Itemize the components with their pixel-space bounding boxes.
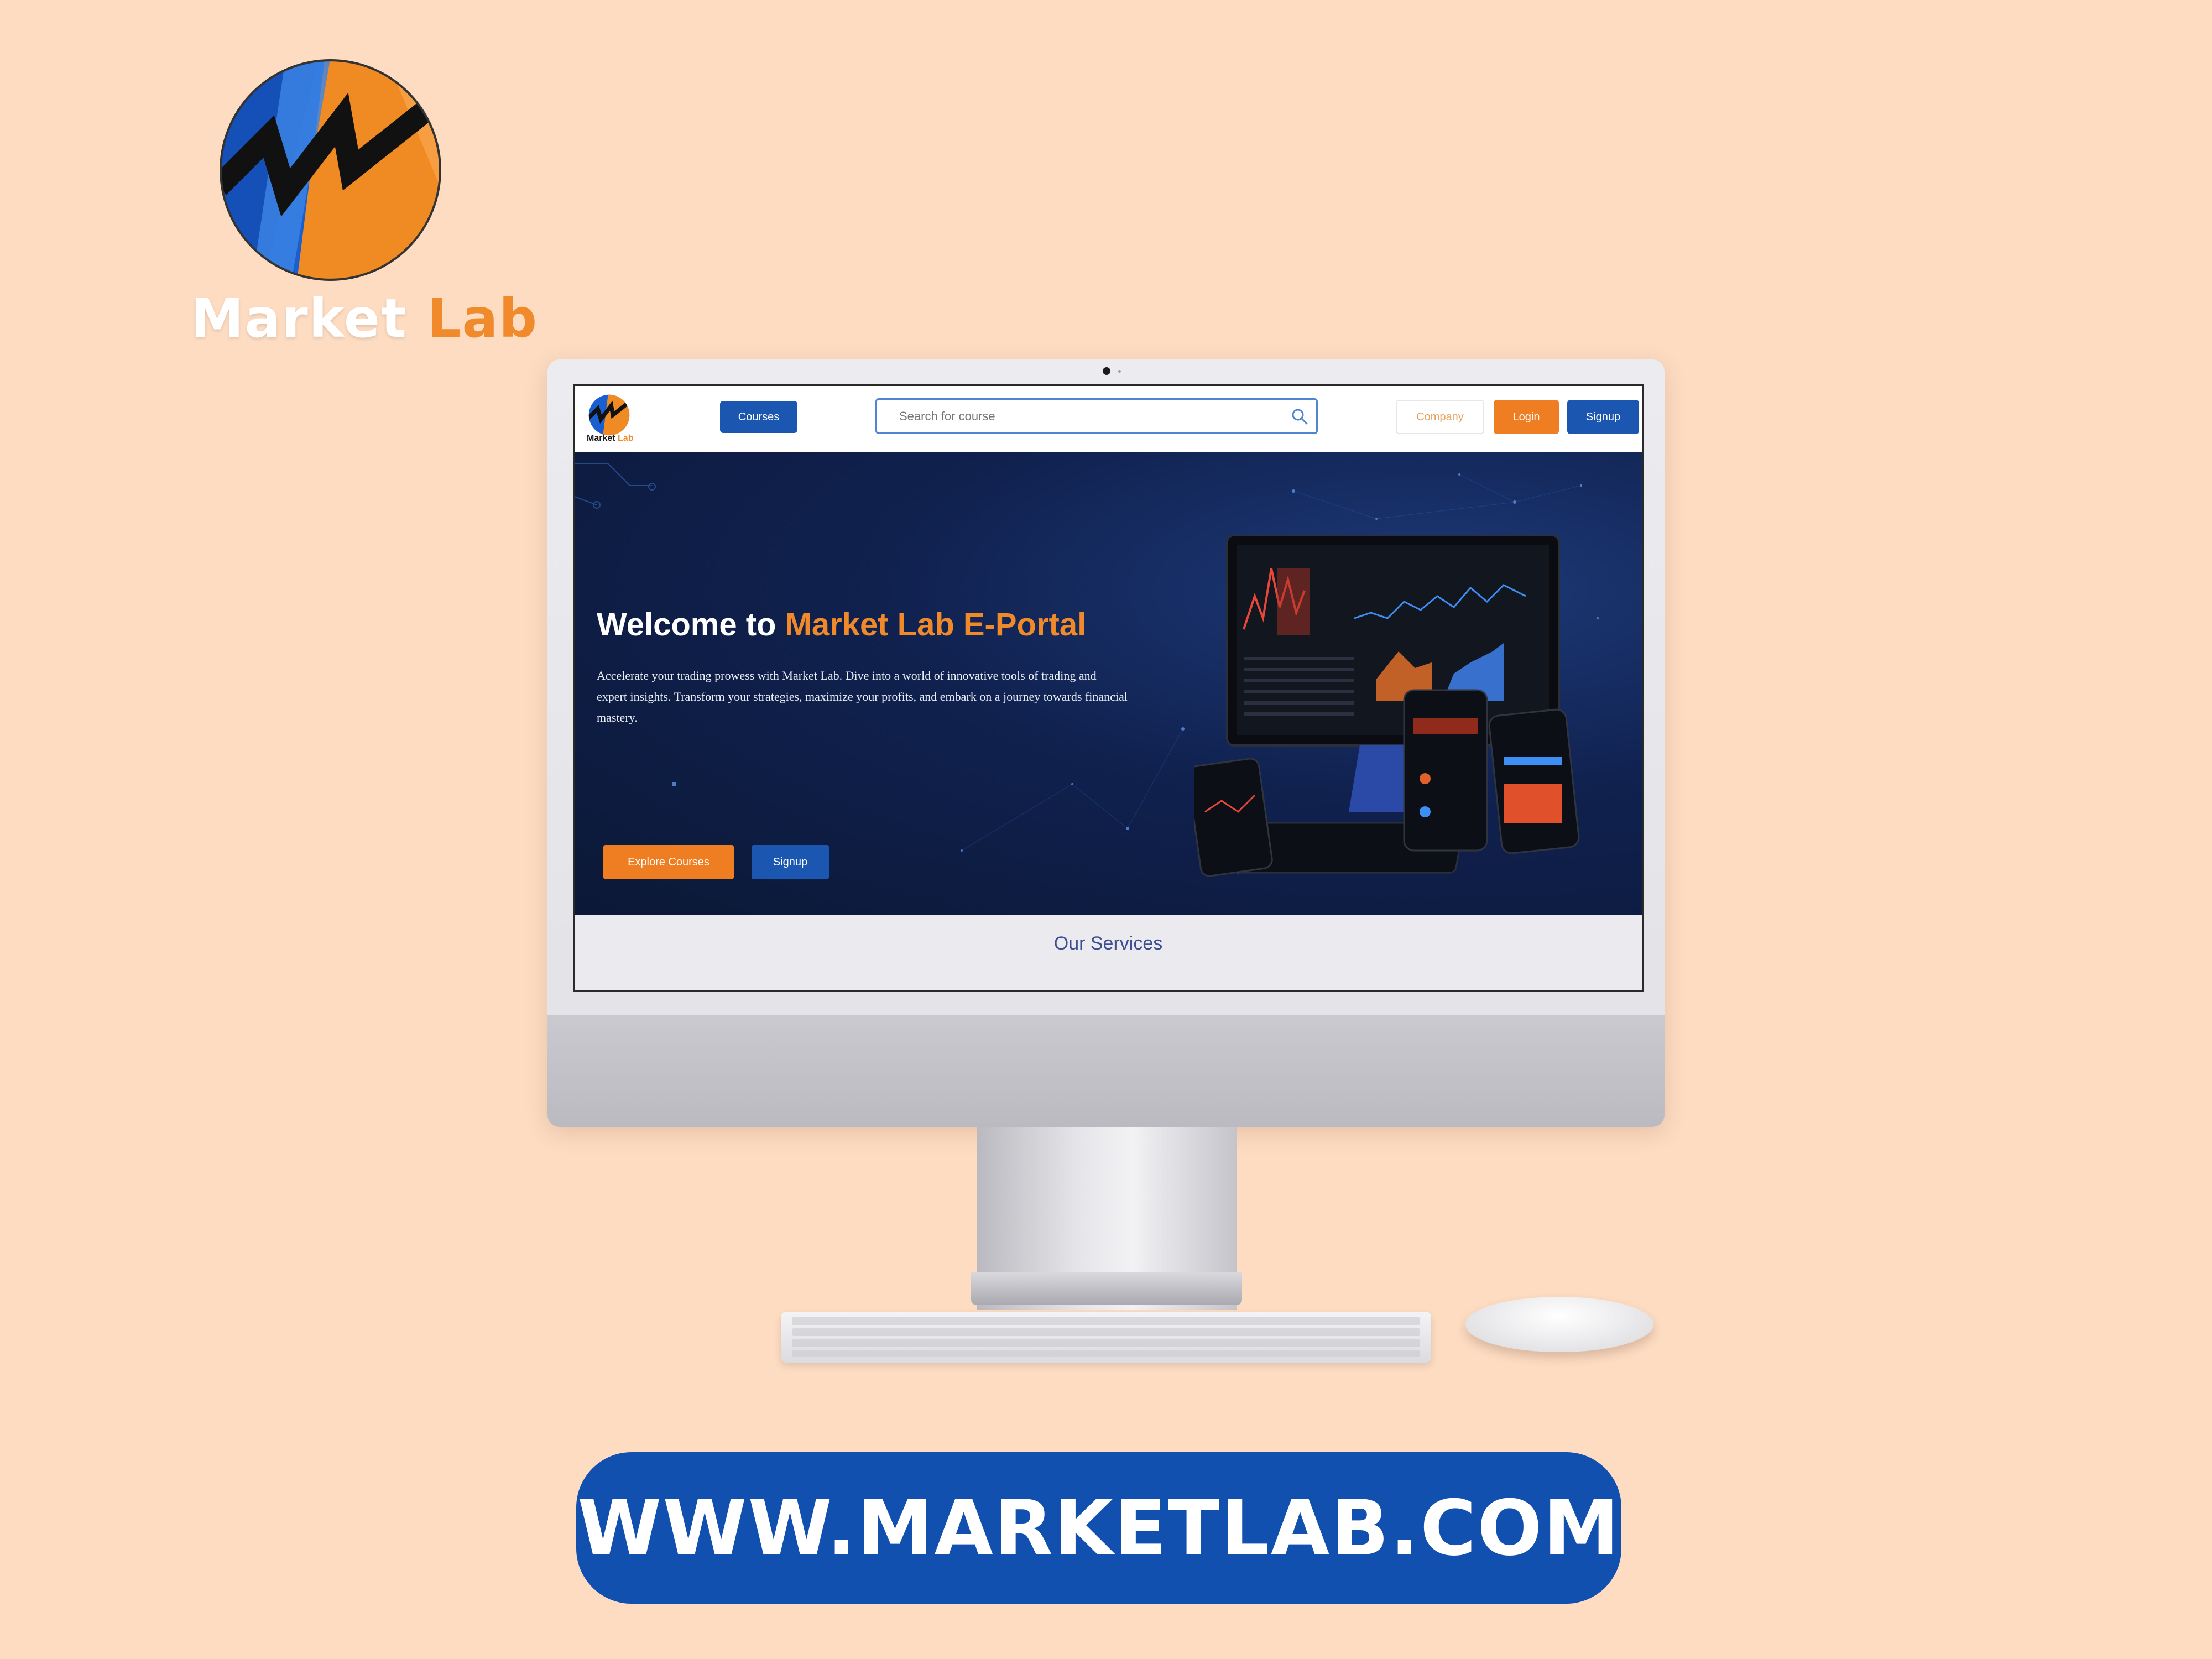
market-lab-logo-icon xyxy=(220,59,441,281)
brand-word-primary: Market xyxy=(191,288,408,349)
courses-button[interactable]: Courses xyxy=(720,401,797,433)
explore-courses-button[interactable]: Explore Courses xyxy=(603,845,734,879)
services-title: Our Services xyxy=(1053,933,1163,954)
camera-icon xyxy=(1103,367,1110,375)
keyboard xyxy=(781,1312,1431,1363)
hero-title-accent: Market Lab E-Portal xyxy=(785,607,1087,643)
search-box[interactable] xyxy=(875,398,1318,434)
services-section: Our Services xyxy=(575,915,1642,990)
trading-devices-illustration xyxy=(1194,535,1580,877)
nav-logo-secondary: Lab xyxy=(618,434,634,443)
signup-button[interactable]: Signup xyxy=(1567,400,1639,434)
nav-logo-primary: Market xyxy=(587,434,615,443)
mouse xyxy=(1465,1297,1653,1352)
hero-signup-button[interactable]: Signup xyxy=(752,845,829,879)
camera-sensor xyxy=(1118,370,1121,373)
login-button[interactable]: Login xyxy=(1494,400,1559,434)
search-icon[interactable] xyxy=(1291,408,1308,425)
monitor-chin xyxy=(547,1015,1665,1127)
monitor-stand-foot xyxy=(971,1272,1242,1305)
brand-wordmark: Market Lab xyxy=(191,288,538,349)
brand-word-secondary: Lab xyxy=(427,288,539,349)
company-button[interactable]: Company xyxy=(1396,400,1484,434)
hero-description: Accelerate your trading prowess with Mar… xyxy=(597,669,1128,724)
hero-title: Welcome to Market Lab E-Portal xyxy=(597,606,1086,643)
website-screen: Market Lab Courses Company Login Signup xyxy=(573,384,1644,992)
search-input[interactable] xyxy=(898,408,1276,425)
website-url-text[interactable]: WWW.MARKETLAB.COM xyxy=(576,1452,1621,1604)
nav-logo-wordmark[interactable]: Market Lab xyxy=(587,434,633,444)
hero-title-prefix: Welcome to xyxy=(597,607,785,643)
nav-logo-icon[interactable] xyxy=(588,394,630,436)
hero-banner: Welcome to Market Lab E-Portal Accelerat… xyxy=(575,452,1642,915)
top-navbar: Market Lab Courses Company Login Signup xyxy=(575,386,1642,452)
